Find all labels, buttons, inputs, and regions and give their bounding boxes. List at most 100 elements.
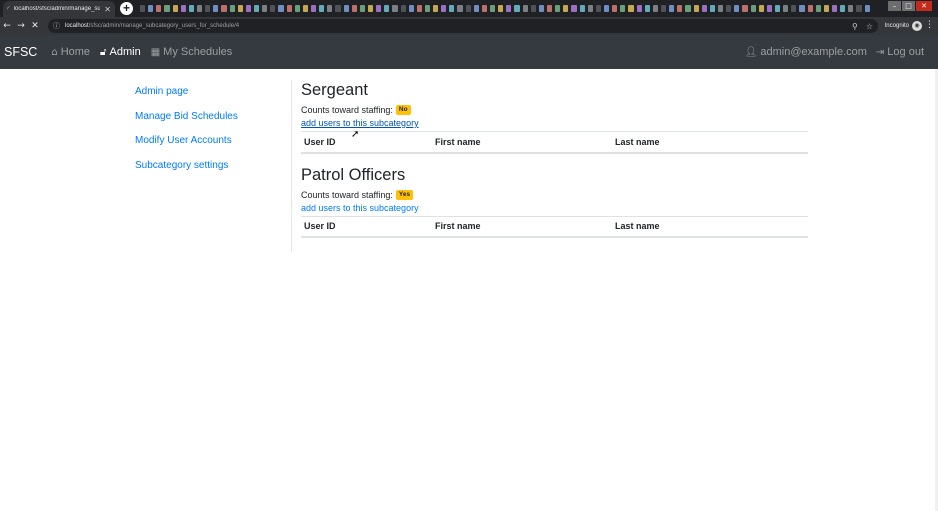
tab-favicon-icon[interactable] [791, 5, 797, 12]
tab-favicon-icon[interactable] [327, 5, 333, 12]
nav-logout[interactable]: ⇥ Log out [876, 46, 924, 58]
tab-favicon-icon[interactable] [628, 5, 634, 12]
tab-favicon-icon[interactable] [604, 5, 610, 12]
tab-favicon-icon[interactable] [229, 5, 235, 12]
tab-favicon-icon[interactable] [636, 5, 642, 12]
tab-favicon-icon[interactable] [595, 5, 602, 12]
tab-favicon-icon[interactable] [750, 5, 756, 12]
back-icon[interactable]: ← [0, 21, 14, 31]
new-tab-button[interactable]: + [120, 2, 133, 15]
tab-favicon-icon[interactable] [359, 5, 365, 12]
tab-favicon-icon[interactable] [384, 5, 390, 12]
nav-home[interactable]: ⌂ Home [51, 46, 90, 58]
nav-my-schedules[interactable]: ▦ My Schedules [151, 46, 233, 58]
tab-favicon-icon[interactable] [416, 5, 422, 12]
tab-favicon-icon[interactable] [343, 5, 349, 12]
tab-favicon-icon[interactable] [237, 5, 243, 12]
tab-favicon-icon[interactable] [286, 5, 292, 12]
tab-favicon-icon[interactable] [180, 5, 186, 12]
sidebar-item-manage-bid-schedules[interactable]: Manage Bid Schedules [135, 111, 285, 136]
tab-favicon-icon[interactable] [726, 5, 732, 12]
tab-favicon-icon[interactable] [612, 5, 618, 12]
tab-favicon-icon[interactable] [205, 5, 211, 12]
tab-favicon-icon[interactable] [278, 5, 284, 12]
tab-favicon-icon[interactable] [351, 5, 357, 12]
tab-favicon-icon[interactable] [490, 5, 496, 12]
tab-favicon-icon[interactable] [156, 5, 162, 12]
column-header-user-id[interactable]: User ID [301, 131, 432, 154]
nav-user-account[interactable]: 👤︎ admin@example.com [745, 46, 867, 58]
tab-favicon-icon[interactable] [555, 5, 561, 12]
tab-favicon-icon[interactable] [807, 5, 813, 12]
tab-favicon-icon[interactable] [424, 5, 431, 12]
bookmark-star-icon[interactable]: ☆ [866, 22, 873, 31]
sidebar-item-modify-user-accounts[interactable]: Modify User Accounts [135, 135, 285, 160]
tab-favicon-icon[interactable] [221, 5, 227, 12]
tab-favicon-icon[interactable] [717, 5, 724, 12]
tab-favicon-icon[interactable] [148, 5, 154, 12]
tab-favicon-icon[interactable] [481, 5, 488, 12]
tab-favicon-icon[interactable] [441, 5, 447, 12]
tab-favicon-icon[interactable] [693, 5, 699, 12]
tab-favicon-icon[interactable] [547, 5, 553, 12]
tab-favicon-icon[interactable] [799, 5, 805, 12]
column-header-last-name[interactable]: Last name [612, 215, 808, 238]
browser-tab[interactable]: ◜ localhost/sfsc/admin/manage_su ✕ [3, 1, 115, 17]
address-bar[interactable]: ⓘ localhost/sfsc/admin/manage_subcategor… [48, 19, 878, 33]
column-header-first-name[interactable]: First name [432, 131, 612, 154]
tab-favicon-icon[interactable] [302, 5, 308, 12]
sidebar-item-subcategory-settings[interactable]: Subcategory settings [135, 160, 285, 185]
tab-favicon-icon[interactable] [840, 5, 846, 12]
tab-favicon-icon[interactable] [856, 5, 862, 12]
tab-favicon-icon[interactable] [563, 5, 569, 12]
tab-favicon-icon[interactable] [774, 5, 781, 12]
tab-favicon-icon[interactable] [465, 5, 471, 12]
tab-favicon-icon[interactable] [253, 5, 260, 12]
tab-favicon-icon[interactable] [783, 5, 789, 12]
tab-favicon-icon[interactable] [196, 5, 203, 12]
tab-favicon-icon[interactable] [522, 5, 528, 12]
tab-favicon-icon[interactable] [766, 5, 772, 12]
tab-favicon-icon[interactable] [188, 5, 194, 12]
tab-favicon-icon[interactable] [701, 5, 707, 12]
tab-favicon-icon[interactable] [823, 5, 829, 12]
tab-favicon-icon[interactable] [652, 5, 658, 12]
tab-favicon-icon[interactable] [742, 5, 748, 12]
column-header-first-name[interactable]: First name [432, 215, 612, 238]
browser-menu-icon[interactable]: ⋮ [925, 20, 934, 30]
close-tab-icon[interactable]: ✕ [104, 5, 111, 14]
tab-favicon-icon[interactable] [669, 5, 675, 12]
tab-favicon-icon[interactable] [376, 5, 382, 12]
tab-favicon-icon[interactable] [473, 5, 479, 12]
forward-icon[interactable]: → [14, 21, 28, 31]
add-users-link[interactable]: add users to this subcategory [301, 118, 808, 129]
tab-favicon-icon[interactable] [620, 5, 626, 12]
nav-admin[interactable]: 🔓︎ Admin [100, 46, 141, 58]
tab-favicon-icon[interactable] [538, 5, 545, 12]
tab-favicon-icon[interactable] [335, 5, 341, 12]
tab-favicon-icon[interactable] [530, 5, 536, 12]
tab-favicon-icon[interactable] [408, 5, 414, 12]
tab-favicon-icon[interactable] [262, 5, 268, 12]
sidebar-item-admin-page[interactable]: Admin page [135, 86, 285, 111]
stop-loading-icon[interactable]: ✕ [28, 21, 42, 31]
tab-favicon-icon[interactable] [172, 5, 178, 12]
tab-favicon-icon[interactable] [571, 5, 577, 12]
tab-favicon-icon[interactable] [498, 5, 504, 12]
column-header-last-name[interactable]: Last name [612, 131, 808, 154]
tab-favicon-icon[interactable] [367, 5, 374, 12]
tab-favicon-icon[interactable] [433, 5, 439, 12]
tab-favicon-icon[interactable] [848, 5, 854, 12]
info-icon[interactable]: ⓘ [53, 21, 60, 31]
zoom-icon[interactable]: ⚲ [852, 22, 858, 31]
tab-favicon-icon[interactable] [661, 5, 667, 12]
tab-favicon-icon[interactable] [514, 5, 520, 12]
brand-link[interactable]: SFSC [4, 45, 37, 59]
tab-favicon-icon[interactable] [270, 5, 276, 12]
tab-favicon-icon[interactable] [864, 5, 870, 12]
incognito-indicator[interactable]: Incognito ◉ [885, 21, 922, 31]
tab-favicon-icon[interactable] [245, 5, 251, 12]
tab-favicon-icon[interactable] [294, 5, 300, 12]
tab-favicon-icon[interactable] [140, 5, 146, 12]
tab-favicon-icon[interactable] [392, 5, 398, 12]
